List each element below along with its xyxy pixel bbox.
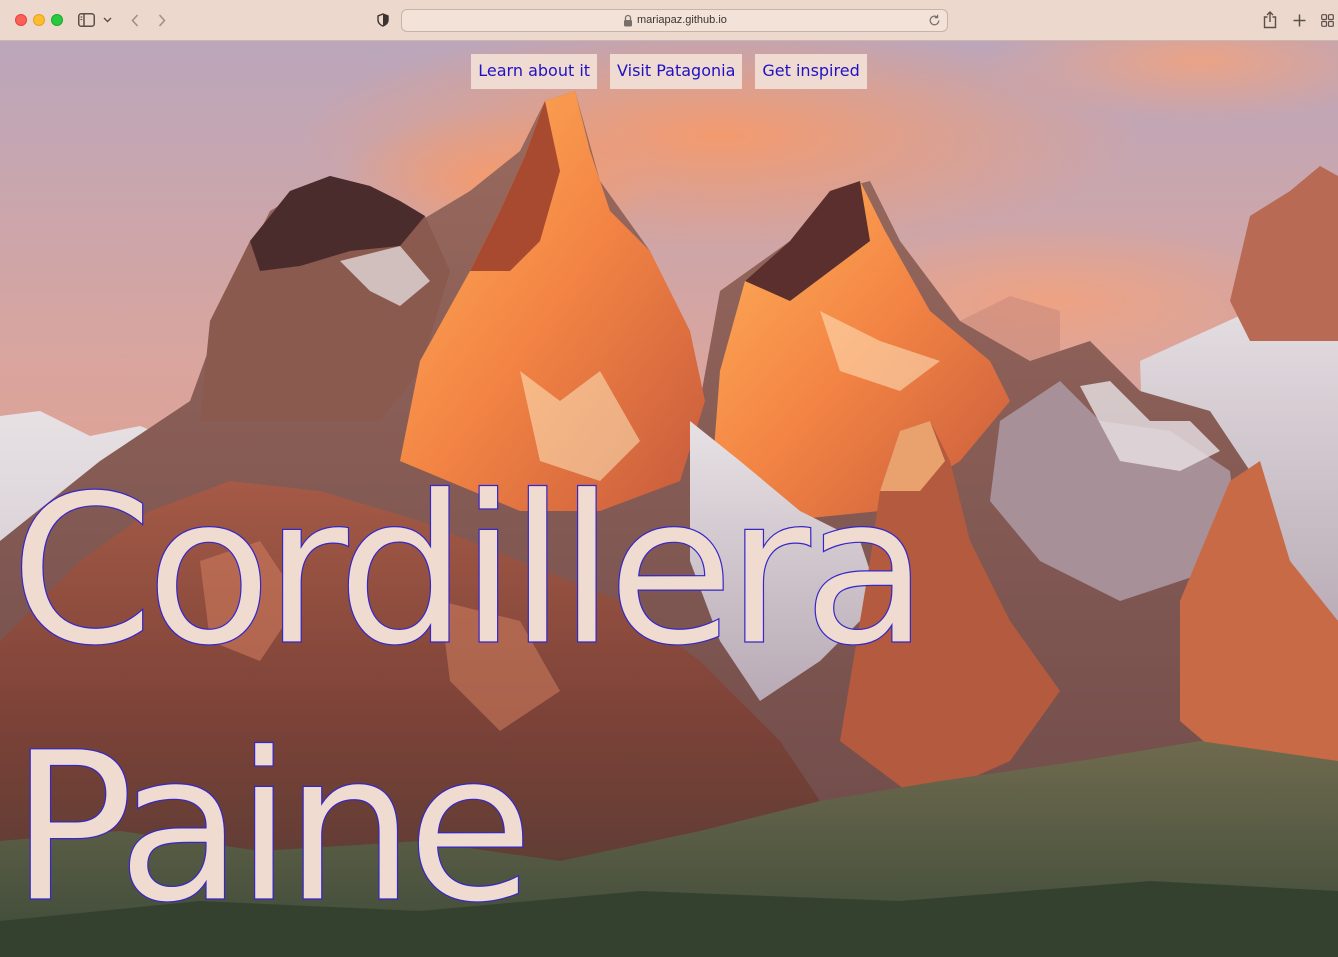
sidebar-toggle-button[interactable] xyxy=(77,11,113,29)
privacy-shield-icon xyxy=(377,13,389,27)
nav-link-get-inspired[interactable]: Get inspired xyxy=(755,54,867,89)
share-icon xyxy=(1263,11,1277,29)
hero-headline-line-1: Cordillera xyxy=(9,450,929,691)
close-window-button[interactable] xyxy=(15,14,27,26)
forward-button[interactable] xyxy=(154,11,170,29)
back-button[interactable] xyxy=(127,11,143,29)
address-bar[interactable]: mariapaz.github.io xyxy=(401,9,948,32)
nav-link-learn-about-it[interactable]: Learn about it xyxy=(471,54,598,89)
plus-icon xyxy=(1293,14,1305,26)
tab-overview-icon xyxy=(1320,13,1334,27)
nav-link-visit-patagonia[interactable]: Visit Patagonia xyxy=(610,54,743,89)
web-page: Learn about it Visit Patagonia Get inspi… xyxy=(0,41,1338,957)
back-arrow-icon xyxy=(131,13,139,27)
sidebar-icon xyxy=(78,13,95,27)
top-navigation: Learn about it Visit Patagonia Get inspi… xyxy=(0,54,1338,89)
browser-window: mariapaz.github.io Learn about it Visit … xyxy=(0,0,1338,957)
chevron-down-icon xyxy=(103,17,112,23)
tab-overview-button[interactable] xyxy=(1318,10,1336,30)
minimize-window-button[interactable] xyxy=(33,14,45,26)
browser-toolbar: mariapaz.github.io xyxy=(0,0,1338,41)
privacy-report-button[interactable] xyxy=(375,11,391,29)
forward-arrow-icon xyxy=(158,13,166,27)
share-button[interactable] xyxy=(1261,10,1279,30)
hero-headline-line-2: Paine xyxy=(9,707,534,948)
lock-icon xyxy=(624,14,632,27)
new-tab-button[interactable] xyxy=(1290,10,1308,30)
reload-icon[interactable] xyxy=(928,14,941,27)
hero-headline: Cordillera Paine xyxy=(9,443,929,957)
zoom-window-button[interactable] xyxy=(51,14,63,26)
address-url: mariapaz.github.io xyxy=(637,14,727,26)
